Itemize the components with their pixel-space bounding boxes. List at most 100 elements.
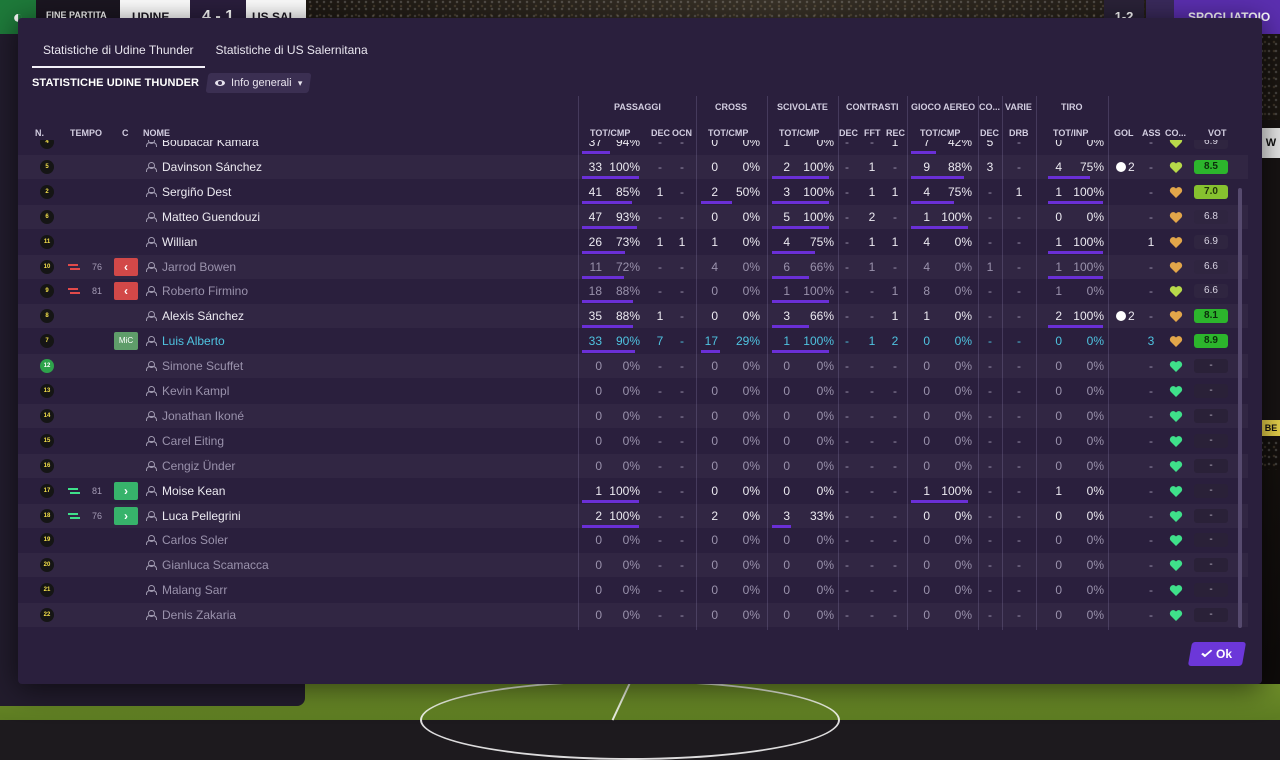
table-row[interactable]: 17 81 › Moise Kean 1 100% - -0 0% 0 0% - - -1 100% - -1 0… [18,479,1248,503]
column-header[interactable]: ASS [1142,128,1161,138]
table-row[interactable]: 21 Malang Sarr 0 0% - -0 0% 0 0% - - -0 0% - -0 0% - - [18,578,1248,602]
progress-bar [911,176,964,179]
table-row[interactable]: 5 Davinson Sánchez 33 100% - -0 0% 2 100% -1-9 88%… [18,155,1248,179]
table-row[interactable]: 7 MiC Luis Alberto 33 90% 7-17 29% 1 100% -1 2 0 0% -… [18,329,1248,353]
progress-bar [582,350,635,353]
condition-heart-icon [1169,560,1183,571]
stat-cell: 0% [742,309,760,323]
condition-heart-icon [1169,262,1183,273]
table-row[interactable]: 12 Simone Scuffet 0 0% - -0 0% 0 0% - - -0 0% - -0 0% - - [18,354,1248,378]
column-header[interactable]: TOT/CMP [779,128,819,138]
player-name[interactable]: Luca Pellegrini [162,504,462,528]
stat-cell: 0 [923,359,930,373]
player-name[interactable]: Kevin Kampl [162,379,462,403]
sub-out-icon[interactable]: ‹ [114,282,138,300]
column-header[interactable]: CO... [1165,128,1186,138]
player-name[interactable]: Jonathan Ikoné [162,404,462,428]
player-name[interactable]: Boubacar Kamara [162,140,462,154]
player-name[interactable]: Sergiño Dest [162,180,462,204]
column-header[interactable]: TOT/INP [1053,128,1088,138]
player-name[interactable]: Denis Zakaria [162,603,462,627]
player-name[interactable]: Moise Kean [162,479,462,503]
player-name[interactable]: Jarrod Bowen [162,255,462,279]
player-name[interactable]: Cengiz Ünder [162,454,462,478]
player-name[interactable]: Carel Eiting [162,429,462,453]
column-header[interactable]: FFT [864,128,881,138]
shirt-number-icon: 18 [40,509,54,523]
vertical-scrollbar[interactable] [1238,188,1242,628]
stat-cell: - [988,608,992,622]
column-header[interactable]: GOL [1114,128,1134,138]
role-badge[interactable]: MiC [114,332,138,350]
table-row[interactable]: 6 Matteo Guendouzi 47 93% - -0 0% 5 100% -2-1 100%… [18,205,1248,229]
stat-cell: - [680,509,684,523]
table-row[interactable]: 4 Boubacar Kamara 37 94% - -0 0% 1 0% - -1 7 42% 5-0 0… [18,140,1248,154]
table-row[interactable]: 22 Denis Zakaria 0 0% - -0 0% 0 0% - - -0 0% - -0 0% - - [18,603,1248,627]
condition-heart-icon [1169,411,1183,422]
column-header[interactable]: TOT/CMP [708,128,748,138]
column-header[interactable]: TOT/CMP [590,128,630,138]
player-name[interactable]: Carlos Soler [162,528,462,552]
stat-cell: - [1149,140,1153,149]
column-header[interactable]: DEC [651,128,670,138]
sub-out-icon[interactable]: ‹ [114,258,138,276]
player-name[interactable]: Luis Alberto [162,329,462,353]
stat-cell: 0% [954,459,972,473]
table-row[interactable]: 11 Willian 26 73% 1 1 1 0% 4 75% -1 1 4 0% - -1 100% 1 6.9 [18,230,1248,254]
table-row[interactable]: 14 Jonathan Ikoné 0 0% - -0 0% 0 0% - - -0 0% - -0 0% - - [18,404,1248,428]
column-header[interactable]: DEC [980,128,999,138]
player-name[interactable]: Gianluca Scamacca [162,553,462,577]
column-header[interactable]: DEC [839,128,858,138]
player-name[interactable]: Simone Scuffet [162,354,462,378]
stat-cell: 0% [954,509,972,523]
stat-cell: - [893,509,897,523]
player-name[interactable]: Roberto Firmino [162,279,462,303]
table-row[interactable]: 10 76 ‹ Jarrod Bowen 11 72% - -4 0% 6 66% -1-4 0% 1-1… [18,255,1248,279]
player-name[interactable]: Malang Sarr [162,578,462,602]
stat-cell: - [680,210,684,224]
player-icon [146,585,157,595]
stat-cell: 1 [891,140,899,149]
stat-cell: 0% [1086,533,1104,547]
ok-button[interactable]: Ok [1187,642,1247,666]
table-row[interactable]: 19 Carlos Soler 0 0% - -0 0% 0 0% - - -0 0% - -0 0% - - [18,528,1248,552]
rating-badge: - [1194,359,1228,373]
table-row[interactable]: 18 76 › Luca Pellegrini 2 100% - -2 0% 3 33% - - -0 0%… [18,504,1248,528]
sub-in-icon[interactable]: › [114,482,138,500]
table-row[interactable]: 2 Sergiño Dest 41 85% 1-2 50% 3 100% -1 1 4 75% -1 1 1… [18,180,1248,204]
table-row[interactable]: 16 Cengiz Ünder 0 0% - -0 0% 0 0% - - -0 0% - -0 0% - - [18,454,1248,478]
column-header[interactable]: N. [35,128,44,138]
stat-cell: 0 [711,309,718,323]
sub-time: 81 [92,286,103,296]
player-icon [146,411,157,421]
player-name[interactable]: Davinson Sánchez [162,155,462,179]
column-header[interactable]: NOME [143,128,170,138]
shirt-number-icon: 13 [40,384,54,398]
stat-cell: 1 [656,185,664,199]
progress-bar [582,500,639,503]
column-header[interactable]: DRB [1009,128,1029,138]
stat-cell: 0% [1086,334,1104,348]
stat-cell: - [893,558,897,572]
table-row[interactable]: 20 Gianluca Scamacca 0 0% - -0 0% 0 0% - - -0 0% - -0 0… [18,553,1248,577]
table-row[interactable]: 8 Alexis Sánchez 35 88% 1-0 0% 3 66% - -1 1 0% - -2 10… [18,304,1248,328]
condition-heart-icon [1169,610,1183,621]
table-row[interactable]: 13 Kevin Kampl 0 0% - -0 0% 0 0% - - -0 0% - -0 0% - - [18,379,1248,403]
stat-cell: 3 [1147,334,1155,348]
column-header[interactable]: REC [886,128,905,138]
player-name[interactable]: Alexis Sánchez [162,304,462,328]
table-row[interactable]: 15 Carel Eiting 0 0% - -0 0% 0 0% - - -0 0% - -0 0% - - [18,429,1248,453]
stat-cell: - [680,608,684,622]
stat-cell: - [845,608,849,622]
table-row[interactable]: 9 81 ‹ Roberto Firmino 18 88% - -0 0% 1 100% - -1 8 0%… [18,279,1248,303]
column-header[interactable]: C [122,128,129,138]
column-header[interactable]: TOT/CMP [920,128,960,138]
column-header[interactable]: VOT [1208,128,1227,138]
stat-cell: - [1017,260,1021,274]
stat-cell: 0% [954,583,972,597]
column-header[interactable]: TEMPO [70,128,102,138]
player-name[interactable]: Willian [162,230,462,254]
column-header[interactable]: OCN [672,128,692,138]
player-name[interactable]: Matteo Guendouzi [162,205,462,229]
sub-in-icon[interactable]: › [114,507,138,525]
